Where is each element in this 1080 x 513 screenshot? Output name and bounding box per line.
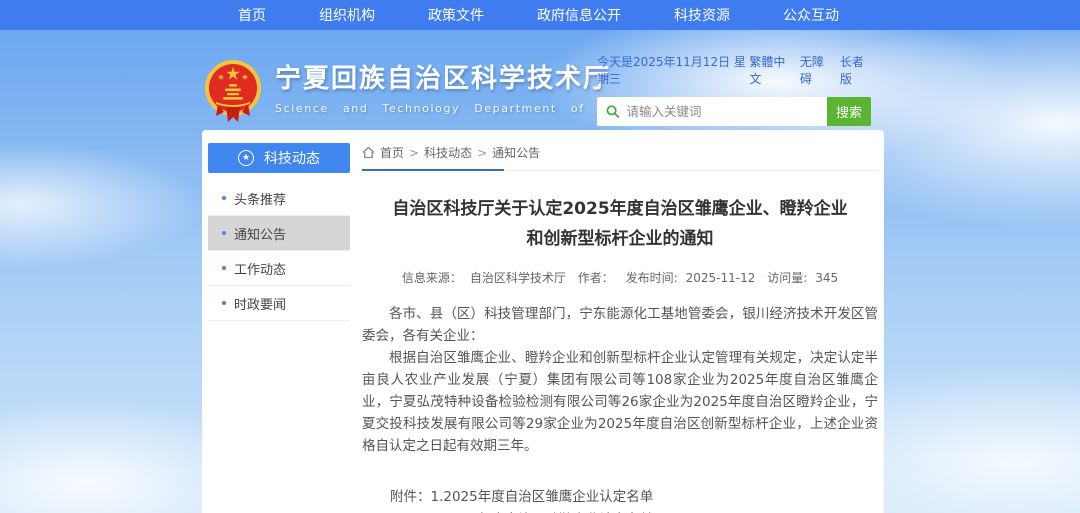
attachments: 附件： 1.2025年度自治区雏鹰企业认定名单 2.2025年度自治区瞪羚企业认… <box>390 486 878 513</box>
sidebar-item-label: 通知公告 <box>234 224 286 243</box>
sidebar-item-label: 时政要闻 <box>234 294 286 313</box>
sidebar-item-label: 工作动态 <box>234 259 286 278</box>
attachments-label: 附件： <box>390 486 431 513</box>
today-date: 今天是2025年11月12日 星期三 <box>597 53 749 87</box>
breadcrumb-separator: > <box>477 146 487 160</box>
date-row: 今天是2025年11月12日 星期三 繁體中文 无障碍 长者版 <box>597 53 871 87</box>
search-button[interactable]: 搜索 <box>827 97 871 126</box>
paragraph: 各市、县（区）科技管理部门，宁东能源化工基地管委会，银川经济技术开发区管委会，各… <box>362 303 878 347</box>
search-icon <box>606 104 620 119</box>
site-brand[interactable]: 宁夏回族自治区科学技术厅 Science and Technology Depa… <box>204 58 652 126</box>
attachment-list: 1.2025年度自治区雏鹰企业认定名单 2.2025年度自治区瞪羚企业认定名单 … <box>431 486 694 513</box>
home-icon <box>362 146 375 159</box>
bullet-dot-icon <box>222 301 226 305</box>
sidebar-item-label: 头条推荐 <box>234 189 286 208</box>
meta-time-label: 发布时间: <box>626 271 678 285</box>
sidebar: ★ 科技动态 头条推荐 通知公告 工作动态 时政要闻 <box>208 143 350 321</box>
link-traditional-chinese[interactable]: 繁體中文 <box>749 53 790 87</box>
nav-item-home[interactable]: 首页 <box>238 5 266 25</box>
meta-time: 2025-11-12 <box>686 271 756 285</box>
content-panel: ★ 科技动态 头条推荐 通知公告 工作动态 时政要闻 <box>202 130 884 513</box>
breadcrumb-rule <box>362 169 878 171</box>
nav-item-policy-documents[interactable]: 政策文件 <box>428 5 484 25</box>
nav-item-sci-tech-resources[interactable]: 科技资源 <box>674 5 730 25</box>
search-bar: 搜索 <box>597 97 871 126</box>
main-content: 首页 > 科技动态 > 通知公告 自治区科技厅关于认定2025年度自治区雏鹰企业… <box>362 144 878 513</box>
breadcrumb-separator: > <box>409 146 419 160</box>
link-elderly-version[interactable]: 长者版 <box>840 53 871 87</box>
site-subtitle-en: Science and Technology Department of Nin… <box>275 102 652 115</box>
sidebar-item-current-politics[interactable]: 时政要闻 <box>208 286 350 321</box>
search-box <box>597 97 827 126</box>
rule-line <box>504 170 878 171</box>
article-title: 自治区科技厅关于认定2025年度自治区雏鹰企业、瞪羚企业 和创新型标杆企业的通知 <box>362 194 878 254</box>
article-title-line2: 和创新型标杆企业的通知 <box>362 224 878 254</box>
site-title: 宁夏回族自治区科学技术厅 <box>275 58 652 95</box>
breadcrumb-home[interactable]: 首页 <box>380 144 404 161</box>
meta-source-label: 信息来源： <box>402 271 462 285</box>
nav-item-organization[interactable]: 组织机构 <box>319 5 375 25</box>
bullet-dot-icon <box>222 196 226 200</box>
nav-item-public-interaction[interactable]: 公众互动 <box>783 5 839 25</box>
link-accessibility[interactable]: 无障碍 <box>800 53 831 87</box>
lang-links: 繁體中文 无障碍 长者版 <box>749 53 871 87</box>
page: 首页 组织机构 政策文件 政府信息公开 科技资源 公众互动 宁夏回族自治区科学技… <box>0 0 1080 513</box>
attachment-link-2[interactable]: 2.2025年度自治区瞪羚企业认定名单 <box>431 509 694 513</box>
bullet-dot-icon <box>222 231 226 235</box>
top-nav: 首页 组织机构 政策文件 政府信息公开 科技资源 公众互动 <box>0 0 1080 30</box>
meta-views: 345 <box>815 271 838 285</box>
article-title-line1: 自治区科技厅关于认定2025年度自治区雏鹰企业、瞪羚企业 <box>362 194 878 224</box>
sidebar-title: 科技动态 <box>264 148 320 168</box>
paragraph: 根据自治区雏鹰企业、瞪羚企业和创新型标杆企业认定管理有关规定，决定认定半亩良人农… <box>362 347 878 457</box>
attachment-link-1[interactable]: 1.2025年度自治区雏鹰企业认定名单 <box>431 486 694 509</box>
article-body: 各市、县（区）科技管理部门，宁东能源化工基地管委会，银川经济技术开发区管委会，各… <box>362 303 878 457</box>
star-circle-icon: ★ <box>238 150 254 166</box>
sidebar-item-headlines[interactable]: 头条推荐 <box>208 181 350 216</box>
sidebar-header: ★ 科技动态 <box>208 143 350 173</box>
meta-views-label: 访问量: <box>767 271 807 285</box>
meta-source: 自治区科学技术厅 <box>470 271 566 285</box>
breadcrumb-notices[interactable]: 通知公告 <box>492 144 540 161</box>
brand-text: 宁夏回族自治区科学技术厅 Science and Technology Depa… <box>275 58 652 115</box>
sidebar-item-work-updates[interactable]: 工作动态 <box>208 251 350 286</box>
bullet-dot-icon <box>222 266 226 270</box>
rule-accent <box>362 169 504 171</box>
nav-item-gov-info-disclosure[interactable]: 政府信息公开 <box>537 5 621 25</box>
meta-author-label: 作者： <box>578 271 614 285</box>
national-emblem-icon <box>204 58 262 126</box>
search-input[interactable] <box>627 105 818 119</box>
sidebar-item-notices[interactable]: 通知公告 <box>208 216 350 251</box>
breadcrumb-sci-tech-news[interactable]: 科技动态 <box>424 144 472 161</box>
article-meta: 信息来源： 自治区科学技术厅 作者： 发布时间: 2025-11-12 访问量: 34… <box>362 269 878 286</box>
header-utility-area: 今天是2025年11月12日 星期三 繁體中文 无障碍 长者版 搜索 <box>597 53 871 126</box>
breadcrumb: 首页 > 科技动态 > 通知公告 <box>362 144 878 161</box>
